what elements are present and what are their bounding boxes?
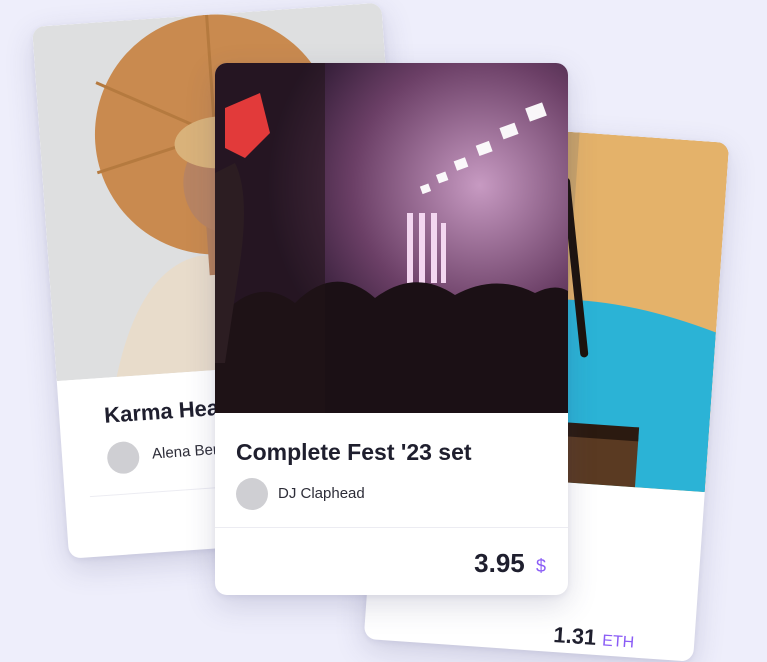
author-name: DJ Claphead xyxy=(278,485,365,502)
avatar xyxy=(236,478,268,510)
nft-card-front[interactable]: Complete Fest '23 set DJ Claphead 3.95 $ xyxy=(215,63,568,595)
price-value: 1.31 xyxy=(552,621,598,650)
currency-label: ETH xyxy=(601,632,635,652)
price: 1.31 ETH xyxy=(553,622,636,654)
card-title: Complete Fest '23 set xyxy=(236,439,472,465)
concert-crowd-image xyxy=(215,63,568,413)
price-value: 3.95 xyxy=(474,548,525,578)
card-title: Karma Head xyxy=(103,393,234,428)
avatar xyxy=(106,440,141,475)
divider xyxy=(215,527,568,528)
currency-label: $ xyxy=(535,556,546,576)
price: 3.95 $ xyxy=(474,548,546,579)
